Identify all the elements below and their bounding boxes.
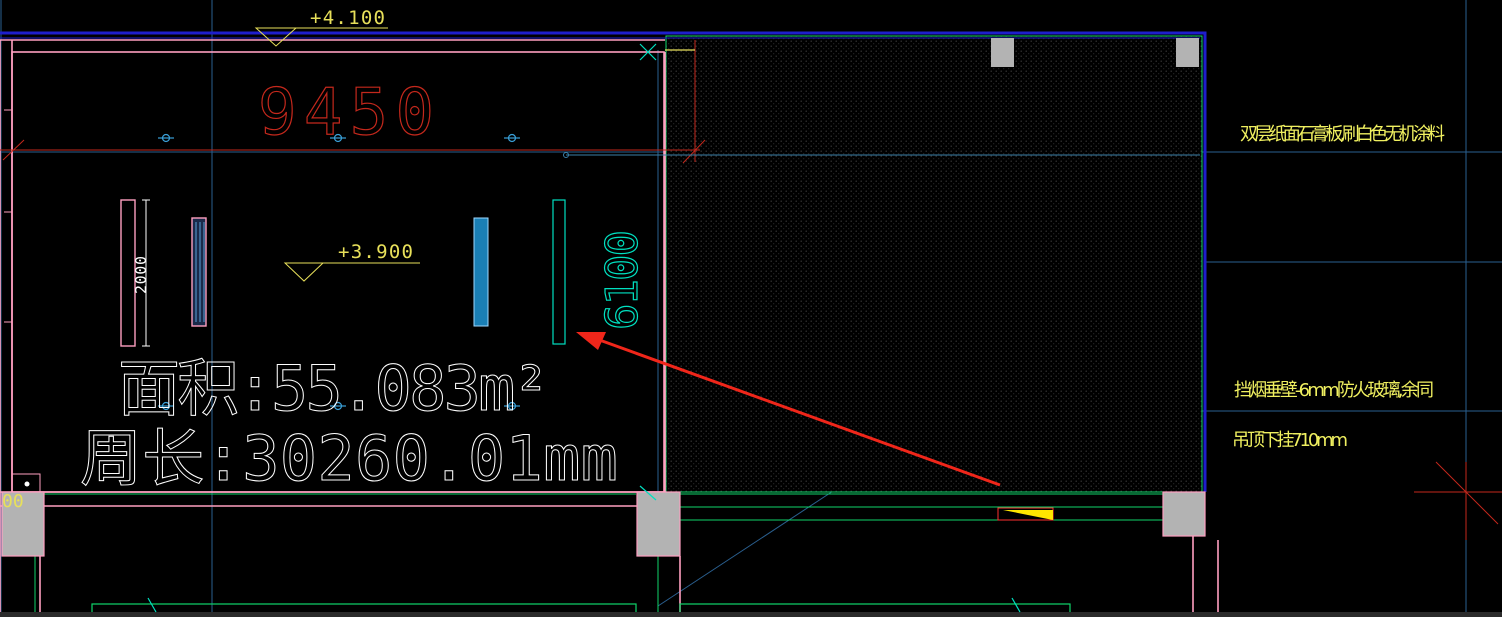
cad-drawing-canvas[interactable]: +4.100 +3.900 9450 6100 2000 00 面积:55.08…: [0, 0, 1502, 617]
corner-label: 00: [2, 491, 24, 512]
grid-crosshair-marker: [1414, 461, 1502, 540]
level-top-label: +4.100: [310, 7, 385, 29]
smoke-barrier-marker: [1003, 510, 1053, 520]
level-marker-inner[interactable]: +3.900: [283, 241, 420, 282]
column-top-2: [1176, 38, 1199, 67]
smoke-barrier-section[interactable]: [552, 199, 566, 345]
column-mid: [636, 491, 681, 557]
note-ceiling-drop: 吊顶下挂710mm: [1232, 430, 1348, 451]
level-inner-label: +3.900: [338, 241, 413, 263]
light-length-label: 2000: [132, 256, 150, 294]
left-edge-ticks: [4, 109, 41, 493]
column-right: [1162, 491, 1206, 537]
dimension-width-label: 9450: [258, 76, 434, 150]
column-top-1: [991, 38, 1014, 67]
note-smoke-barrier: 挡烟垂壁-6mm防火玻璃,余同: [1234, 380, 1434, 401]
lower-wall-lines: [34, 493, 1165, 617]
corner-node: [24, 481, 30, 487]
room-area-label: 面积:55.083m²: [118, 352, 550, 425]
status-strip: [0, 612, 1502, 617]
dimension-height-label: 6100: [597, 230, 648, 330]
room-perimeter-label: 周长:30260.01mm: [80, 422, 618, 495]
light-fixture-linear-2[interactable]: [473, 217, 489, 327]
light-fixture-linear-1[interactable]: [191, 217, 207, 327]
hatched-ceiling-area[interactable]: [665, 35, 1203, 493]
note-ceiling-material: 双层纸面石膏板,刷白色无机涂料: [1240, 123, 1445, 145]
